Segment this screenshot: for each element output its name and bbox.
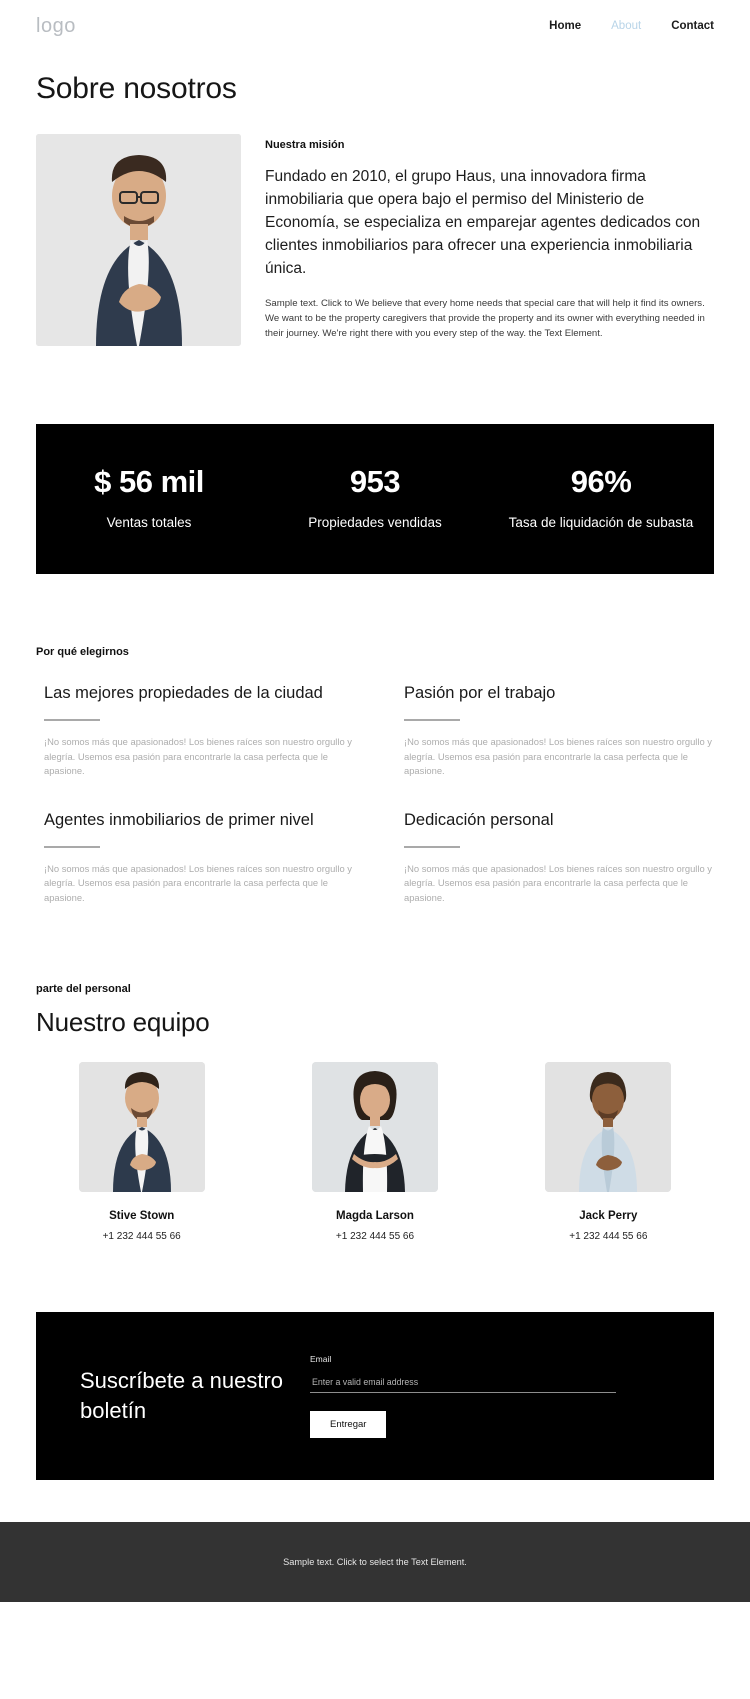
member-photo: [311, 1062, 438, 1192]
stat-label: Ventas totales: [106, 515, 192, 531]
page-root: logo Home About Contact Sobre nosotros N…: [0, 0, 750, 1699]
team-member[interactable]: Magda Larson +1 232 444 55 66: [269, 1062, 480, 1242]
feature-title: Pasión por el trabajo: [404, 684, 556, 702]
member-phone: +1 232 444 55 66: [569, 1231, 648, 1242]
mission-section: Nuestra misión Fundado en 2010, el grupo…: [0, 106, 750, 346]
why-eyebrow: Por qué elegirnos: [36, 646, 129, 658]
stat-label: Propiedades vendidas: [308, 515, 442, 531]
stat-item: 953 Propiedades vendidas: [262, 463, 488, 533]
nav-item-contact[interactable]: Contact: [671, 20, 714, 32]
member-phone: +1 232 444 55 66: [335, 1231, 415, 1242]
newsletter-title: Suscríbete a nuestro boletín: [80, 1368, 284, 1423]
feature-body: ¡No somos más que apasionados! Los biene…: [44, 736, 352, 776]
team-grid: Stive Stown +1 232 444 55 66 Magda Larso…: [36, 1062, 714, 1242]
stat-value: 96%: [570, 463, 632, 499]
logo[interactable]: logo: [36, 15, 76, 38]
nav-item-about[interactable]: About: [611, 20, 641, 32]
newsletter-form: Email Entregar: [310, 1354, 690, 1438]
member-name: Stive Stown: [109, 1210, 175, 1222]
member-name: Magda Larson: [336, 1210, 414, 1222]
mission-sample-text: Sample text. Click to We believe that ev…: [265, 298, 705, 339]
feature-title: Agentes inmobiliarios de primer nivel: [44, 810, 314, 829]
why-section: Por qué elegirnos Las mejores propiedade…: [0, 574, 750, 905]
stat-item: 96% Tasa de liquidación de subasta: [488, 463, 714, 533]
feature-item: Las mejores propiedades de la ciudad ¡No…: [36, 682, 354, 779]
mission-eyebrow: Nuestra misión: [265, 139, 345, 151]
feature-item: Dedicación personal ¡No somos más que ap…: [396, 809, 714, 906]
site-header: logo Home About Contact: [0, 0, 750, 52]
mission-photo: [36, 134, 241, 346]
feature-divider: [44, 845, 100, 848]
feature-body: ¡No somos más que apasionados! Los biene…: [44, 862, 352, 903]
feature-body: ¡No somos más que apasionados! Los biene…: [404, 736, 712, 776]
portrait-man-glasses-illustration: [36, 134, 241, 346]
email-input[interactable]: [310, 1377, 616, 1393]
feature-title: Las mejores propiedades de la ciudad: [44, 684, 323, 702]
nav-item-home[interactable]: Home: [549, 20, 581, 32]
feature-item: Agentes inmobiliarios de primer nivel ¡N…: [36, 809, 354, 906]
main-nav: Home About Contact: [549, 20, 714, 32]
team-member[interactable]: Stive Stown +1 232 444 55 66: [36, 1062, 247, 1242]
portrait-man-curly-illustration: [545, 1062, 672, 1192]
newsletter-section: Suscríbete a nuestro boletín Email Entre…: [36, 1312, 714, 1480]
site-footer: Sample text. Click to select the Text El…: [0, 1522, 750, 1602]
member-photo: [78, 1062, 205, 1192]
team-title: Nuestro equipo: [36, 1007, 210, 1037]
mission-text: Nuestra misión Fundado en 2010, el grupo…: [265, 134, 714, 346]
member-photo: [545, 1062, 672, 1192]
member-name: Jack Perry: [579, 1210, 638, 1222]
team-section: parte del personal Nuestro equipo Stive …: [0, 905, 750, 1242]
feature-body: ¡No somos más que apasionados! Los biene…: [404, 862, 712, 903]
stat-item: $ 56 mil Ventas totales: [36, 463, 262, 533]
stat-label: Tasa de liquidación de subasta: [508, 515, 694, 531]
stats-band: $ 56 mil Ventas totales 953 Propiedades …: [36, 424, 714, 574]
feature-divider: [404, 845, 460, 848]
page-title: Sobre nosotros: [36, 72, 237, 105]
footer-text: Sample text. Click to select the Text El…: [283, 1557, 467, 1567]
stat-value: 953: [349, 463, 401, 499]
feature-title: Dedicación personal: [404, 810, 554, 829]
feature-item: Pasión por el trabajo ¡No somos más que …: [396, 682, 714, 779]
feature-divider: [404, 719, 460, 721]
portrait-man-beard-illustration: [78, 1062, 205, 1192]
why-grid: Las mejores propiedades de la ciudad ¡No…: [36, 682, 714, 905]
feature-divider: [44, 719, 100, 721]
team-member[interactable]: Jack Perry +1 232 444 55 66: [503, 1062, 714, 1242]
team-eyebrow: parte del personal: [36, 983, 131, 995]
member-phone: +1 232 444 55 66: [102, 1231, 181, 1242]
email-label: Email: [310, 1354, 332, 1364]
portrait-woman-curly-illustration: [311, 1062, 438, 1192]
submit-button[interactable]: Entregar: [310, 1411, 387, 1438]
mission-lead: Fundado en 2010, el grupo Haus, una inno…: [265, 168, 701, 277]
stat-value: $ 56 mil: [94, 463, 204, 499]
